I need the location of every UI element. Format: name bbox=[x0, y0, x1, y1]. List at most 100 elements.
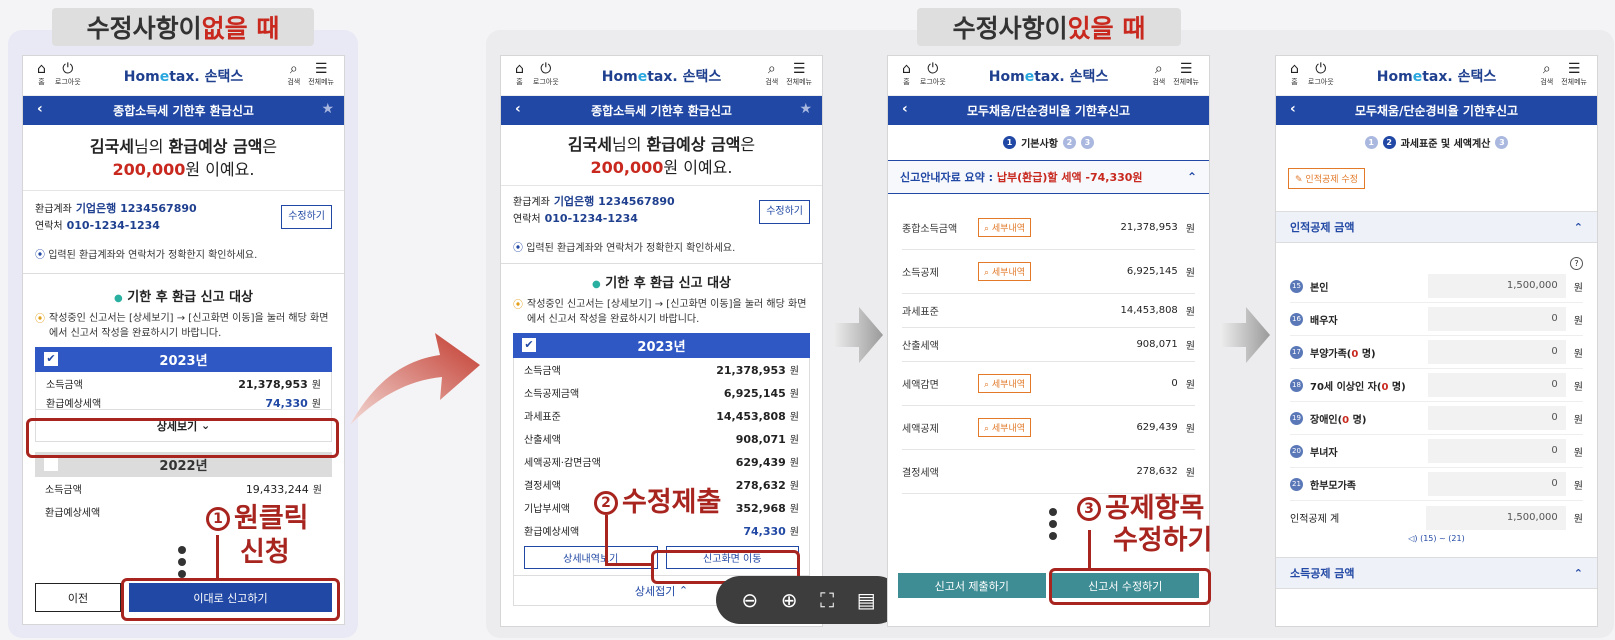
search-button[interactable]: ⌕ 검색 bbox=[1540, 61, 1553, 87]
detail-tag-button[interactable]: ⌕ 세부내역 bbox=[978, 218, 1032, 237]
search-button[interactable]: ⌕ 검색 bbox=[287, 61, 300, 87]
summary-bar[interactable]: 신고안내자료 요약 : 납부(환급)할 세액 -74,330원 ⌃ bbox=[888, 160, 1209, 194]
account-info: 환급계좌 기업은행 1234567890 연락처 010-1234-1234 수정하… bbox=[23, 191, 344, 241]
page-title-bar: ‹ 종합소득세 기한후 환급신고 ★ bbox=[501, 96, 822, 125]
table-row: 과세표준 14,453,808 원 bbox=[902, 294, 1195, 328]
info-icon: ⦿ bbox=[513, 243, 523, 254]
checkbox-checked-icon[interactable]: ✔ bbox=[522, 338, 536, 352]
chevron-up-icon: ⌃ bbox=[678, 584, 689, 597]
connector-line bbox=[605, 563, 653, 566]
annotation-1: 1 원클릭 bbox=[206, 503, 309, 534]
screen-2: ⌂ 홈 ⏻ 로그아웃 Hometax. 손택스 ⌕ 검색 ☰ 전체메뉴 ‹ 종합소득세 … bbox=[500, 55, 823, 627]
table-row: 세액공제 ⌕ 세부내역 629,439 원 bbox=[902, 406, 1195, 450]
menu-button[interactable]: ☰ 전체메뉴 bbox=[786, 61, 812, 87]
top-bar: ⌂ 홈 ⏻ 로그아웃 Hometax. 손택스 ⌕ 검색 ☰ 전체메뉴 bbox=[888, 56, 1209, 96]
info-icon: ⦿ bbox=[35, 250, 45, 261]
page-title: 모두채움/단순경비율 기한후신고 bbox=[966, 104, 1131, 118]
fullscreen-icon[interactable]: ⛶ bbox=[820, 588, 834, 612]
annotation-3: 3 공제항목 bbox=[1077, 493, 1204, 524]
year-2023-header[interactable]: ✔ 2023년 bbox=[35, 347, 332, 372]
table-row: 19 장애인(0 명) 0 원 bbox=[1290, 402, 1583, 435]
checkbox-checked-icon[interactable]: ✔ bbox=[44, 352, 58, 366]
table-row: 환급예상세액 74,330 원 bbox=[524, 525, 799, 538]
table-row: 21 한부모가족 0 원 bbox=[1290, 468, 1583, 501]
year-2023-header[interactable]: ✔ 2023년 bbox=[513, 333, 810, 358]
detail-tag-button[interactable]: ⌕ 세부내역 bbox=[978, 418, 1032, 437]
edit-account-button[interactable]: 수정하기 bbox=[759, 200, 810, 224]
page-title: 종합소득세 기한후 환급신고 bbox=[113, 104, 254, 118]
search-icon: ⌕ bbox=[1542, 61, 1551, 77]
table-row: 소득금액 21,378,953 원 bbox=[524, 364, 799, 377]
top-bar: ⌂ 홈 ⏻ 로그아웃 Hometax. 손택스 ⌕ 검색 ☰ 전체메뉴 bbox=[23, 56, 344, 96]
detail-tag-button[interactable]: ⌕ 세부내역 bbox=[978, 374, 1032, 393]
amount-field[interactable]: 0 bbox=[1428, 373, 1566, 397]
account-note: ⦿ 입력된 환급계좌와 연락처가 정확한지 확인하세요. bbox=[23, 241, 344, 274]
step-indicator: 1 기본사항 2 3 bbox=[888, 125, 1209, 160]
search-button[interactable]: ⌕ 검색 bbox=[1152, 61, 1165, 87]
section-title: ● 기한 후 환급 신고 대상 bbox=[113, 290, 253, 305]
zoom-out-icon[interactable]: ⊖ bbox=[741, 588, 758, 612]
step-indicator: 1 2 과세표준 및 세액계산 3 bbox=[1276, 125, 1597, 160]
amount-field[interactable]: 0 bbox=[1428, 439, 1566, 463]
table-row: 18 70세 이상인 자(0 명) 0 원 bbox=[1290, 369, 1583, 402]
amount-field[interactable]: 0 bbox=[1428, 406, 1566, 430]
connector-line bbox=[605, 515, 608, 565]
document-icon[interactable]: ▤ bbox=[857, 588, 876, 612]
search-icon: ⌕ bbox=[1154, 61, 1163, 77]
hamburger-icon: ☰ bbox=[1567, 61, 1581, 77]
screen-4: ⌂ 홈 ⏻ 로그아웃 Hometax. 손택스 ⌕ 검색 ☰ 전체메뉴 ‹ 모두채움/단… bbox=[1275, 55, 1598, 627]
hamburger-icon: ☰ bbox=[1179, 61, 1193, 77]
screen-1: ⌂ 홈 ⏻ 로그아웃 Hometax. 손택스 ⌕ 검색 ☰ 전체메뉴 ‹ 종합소득세 … bbox=[22, 55, 345, 625]
zoom-toolbar: ⊖ ⊕ ⛶ ▤ bbox=[716, 576, 901, 624]
back-icon[interactable]: ‹ bbox=[515, 101, 521, 117]
menu-button[interactable]: ☰ 전체메뉴 bbox=[1173, 61, 1199, 87]
amount-field[interactable]: 0 bbox=[1428, 340, 1566, 364]
back-icon[interactable]: ‹ bbox=[37, 101, 43, 117]
page-title-bar: ‹ 모두채움/단순경비율 기한후신고 bbox=[1276, 96, 1597, 125]
bullet-icon: ● bbox=[113, 293, 123, 304]
amount-field[interactable]: 1,500,000 bbox=[1428, 274, 1566, 298]
prev-button[interactable]: 이전 bbox=[35, 583, 121, 612]
help-icon[interactable]: ? bbox=[1570, 257, 1583, 270]
warning-icon: ⦿ bbox=[513, 300, 523, 311]
section-income-deduction[interactable]: 소득공제 금액 ⌃ bbox=[1276, 557, 1597, 589]
amount-field[interactable]: 0 bbox=[1428, 472, 1566, 496]
table-row: 세액감면 ⌕ 세부내역 0 원 bbox=[902, 362, 1195, 406]
menu-button[interactable]: ☰ 전체메뉴 bbox=[1561, 61, 1587, 87]
table-row: 과세표준 14,453,808 원 bbox=[524, 410, 799, 423]
back-icon[interactable]: ‹ bbox=[902, 101, 908, 117]
table-row: 환급예상세액 74,330 원 bbox=[46, 397, 321, 409]
page-title-bar: ‹ 종합소득세 기한후 환급신고 ★ bbox=[23, 96, 344, 125]
checkbox-unchecked-icon[interactable] bbox=[44, 457, 58, 471]
star-icon[interactable]: ★ bbox=[799, 101, 812, 117]
range-note: ◁) (15) ~ (21) bbox=[1408, 534, 1465, 543]
back-icon[interactable]: ‹ bbox=[1290, 101, 1296, 117]
submit-report-button[interactable]: 신고서 제출하기 bbox=[898, 573, 1046, 598]
star-icon[interactable]: ★ bbox=[321, 101, 334, 117]
amount-field[interactable]: 0 bbox=[1428, 307, 1566, 331]
speaker-icon: ◁) bbox=[1408, 534, 1418, 543]
annotation-3-line2: 수정하기 bbox=[1113, 525, 1213, 556]
menu-button[interactable]: ☰ 전체메뉴 bbox=[308, 61, 334, 87]
table-row: 20 부녀자 0 원 bbox=[1290, 435, 1583, 468]
edit-account-button[interactable]: 수정하기 bbox=[281, 205, 332, 229]
edit-personal-deduction-button[interactable]: ✎ 인적공제 수정 bbox=[1288, 168, 1365, 189]
chevron-up-icon: ⌃ bbox=[1186, 170, 1197, 184]
highlight-edit-report bbox=[1049, 568, 1211, 605]
account-note: ⦿ 입력된 환급계좌와 연락처가 정확한지 확인하세요. bbox=[501, 234, 822, 264]
arrow-right-icon bbox=[1220, 307, 1270, 363]
page-title: 모두채움/단순경비율 기한후신고 bbox=[1354, 104, 1519, 118]
section-title: ● 기한 후 환급 신고 대상 bbox=[591, 276, 731, 291]
search-button[interactable]: ⌕ 검색 bbox=[765, 61, 778, 87]
detail-tag-button[interactable]: ⌕ 세부내역 bbox=[978, 262, 1032, 281]
section-personal-deduction[interactable]: 인적공제 금액 ⌃ bbox=[1276, 211, 1597, 243]
zoom-in-icon[interactable]: ⊕ bbox=[781, 588, 798, 612]
warning-note: ⦿ 작성중인 신고서는 [상세보기] → [신고화면 이동]을 눌러 해당 화면에… bbox=[35, 313, 329, 339]
search-icon: ⌕ bbox=[289, 61, 298, 77]
total-row: 인적공제 계 1,500,000 원 bbox=[1290, 501, 1583, 534]
warning-icon: ⦿ bbox=[35, 314, 45, 325]
highlight-detail bbox=[26, 418, 339, 458]
bullet-icon: ● bbox=[591, 279, 601, 290]
connector-line bbox=[1088, 530, 1091, 570]
table-row: 16 배우자 0 원 bbox=[1290, 303, 1583, 336]
